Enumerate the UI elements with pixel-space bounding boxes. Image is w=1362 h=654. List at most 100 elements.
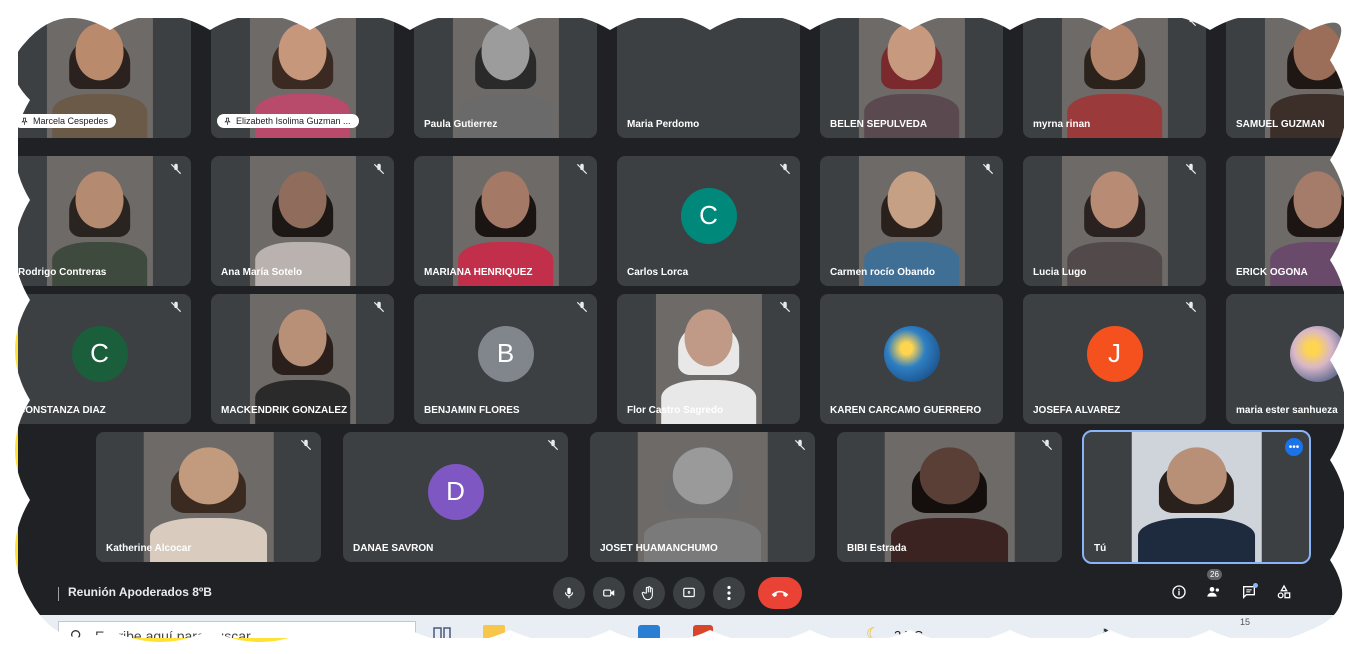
participant-tile[interactable]: Lucia Lugo bbox=[1023, 156, 1206, 286]
participant-tile[interactable]: D DANAE SAVRON bbox=[343, 432, 568, 562]
end-call-button[interactable] bbox=[758, 577, 802, 609]
muted-mic-icon bbox=[576, 163, 588, 175]
participant-name: JOSET HUAMANCHUMO bbox=[600, 543, 718, 554]
muted-mic-icon bbox=[373, 163, 385, 175]
participant-name: BENJAMIN FLORES bbox=[424, 405, 520, 416]
participant-tile[interactable]: Maria Perdomo bbox=[617, 18, 800, 138]
self-tile[interactable]: ••• Tú bbox=[1082, 430, 1311, 564]
participant-name: MACKENDRIK GONZALEZ bbox=[221, 405, 348, 416]
present-button[interactable] bbox=[673, 577, 705, 609]
muted-mic-icon bbox=[1185, 301, 1197, 313]
participant-name: maria ester sanhueza bbox=[1236, 405, 1338, 416]
chat-button[interactable] bbox=[1238, 581, 1260, 603]
participant-name: Elizabeth Isolima Guzman ... bbox=[236, 116, 351, 126]
participant-name: myrna rinan bbox=[1033, 119, 1091, 130]
participant-name: DANAE SAVRON bbox=[353, 543, 434, 554]
notification-dot bbox=[1253, 583, 1258, 588]
muted-mic-icon bbox=[170, 301, 182, 313]
participant-tile[interactable]: Carmen rocío Obando bbox=[820, 156, 1003, 286]
participant-name: JOSEFA ALVAREZ bbox=[1033, 405, 1121, 416]
muted-mic-icon bbox=[982, 163, 994, 175]
participant-avatar: B bbox=[477, 325, 534, 382]
more-options-button[interactable] bbox=[713, 577, 745, 609]
people-button[interactable]: 26 bbox=[1203, 569, 1225, 603]
pin-icon bbox=[224, 117, 231, 125]
participant-tile[interactable]: C Carlos Lorca bbox=[617, 156, 800, 286]
participant-tile[interactable]: SAMUEL GUZMAN bbox=[1226, 18, 1344, 138]
participant-tile[interactable]: Paula Gutierrez bbox=[414, 18, 597, 138]
meeting-title: Reunión Apoderados 8ºB bbox=[68, 585, 212, 599]
participant-tile[interactable]: BELEN SEPULVEDA bbox=[820, 18, 1003, 138]
muted-mic-icon bbox=[547, 439, 559, 451]
windows-logo-icon bbox=[22, 625, 40, 638]
participant-tile[interactable]: Flor Castro Sagredo bbox=[617, 294, 800, 424]
notifications-button[interactable] bbox=[1318, 625, 1336, 638]
muted-mic-icon bbox=[779, 301, 791, 313]
tile-options-button[interactable]: ••• bbox=[1285, 438, 1303, 456]
muted-mic-icon bbox=[300, 439, 312, 451]
participant-tile[interactable]: MARIANA HENRIQUEZ bbox=[414, 156, 597, 286]
task-view-button[interactable] bbox=[433, 627, 451, 638]
windows-taskbar: Escribe aquí para buscar 99 ☾ 24°C 🔈 15 bbox=[18, 615, 1344, 638]
participant-tile[interactable]: Elizabeth Isolima Guzman ... bbox=[211, 18, 394, 138]
participant-name: SAMUEL GUZMAN bbox=[1236, 119, 1325, 130]
participant-name: Katherine Alcocar bbox=[106, 543, 192, 554]
participant-profile-photo bbox=[1289, 325, 1344, 382]
taskbar-search-box[interactable]: Escribe aquí para buscar bbox=[58, 621, 416, 638]
windows-start-button[interactable] bbox=[22, 625, 40, 638]
meeting-control-bar: Reunión Apoderados 8ºB 26 bbox=[18, 569, 1344, 613]
search-placeholder: Escribe aquí para buscar bbox=[95, 628, 251, 638]
participant-name: Rodrigo Contreras bbox=[18, 267, 107, 278]
muted-mic-icon bbox=[1041, 439, 1053, 451]
participant-tile[interactable]: JOSET HUAMANCHUMO bbox=[590, 432, 815, 562]
participant-tile[interactable]: Katherine Alcocar bbox=[96, 432, 321, 562]
participant-avatar: D bbox=[427, 463, 484, 520]
info-icon bbox=[1172, 585, 1186, 599]
info-button[interactable] bbox=[1168, 581, 1190, 603]
participant-profile-photo bbox=[883, 325, 940, 382]
participant-tile[interactable]: KAREN CARCAMO GUERRERO bbox=[820, 294, 1003, 424]
participant-name: MARIANA HENRIQUEZ bbox=[424, 267, 533, 278]
participant-tile[interactable]: J JOSEFA ALVAREZ bbox=[1023, 294, 1206, 424]
people-icon bbox=[1207, 587, 1219, 597]
participant-tile[interactable]: Rodrigo Contreras bbox=[18, 156, 191, 286]
muted-mic-icon bbox=[1185, 163, 1197, 175]
participant-name: Maria Perdomo bbox=[627, 119, 700, 130]
camera-button[interactable] bbox=[593, 577, 625, 609]
participant-tile[interactable]: myrna rinan bbox=[1023, 18, 1206, 138]
participant-tile[interactable]: BIBI Estrada bbox=[837, 432, 1062, 562]
volume-icon[interactable]: 🔈 bbox=[1100, 625, 1115, 638]
search-icon bbox=[71, 630, 81, 638]
mic-icon bbox=[564, 587, 574, 599]
notification-center-icon bbox=[1320, 628, 1334, 638]
participant-name-pill: Marcela Cespedes bbox=[18, 114, 117, 128]
present-icon bbox=[683, 587, 695, 598]
task-view-icon bbox=[433, 627, 451, 638]
participant-tile[interactable]: MACKENDRIK GONZALEZ bbox=[211, 294, 394, 424]
participant-name: KAREN CARCAMO GUERRERO bbox=[830, 405, 982, 416]
participant-tile[interactable]: ERICK OGONA bbox=[1226, 156, 1344, 286]
participant-name: BIBI Estrada bbox=[847, 543, 907, 554]
muted-mic-icon bbox=[576, 301, 588, 313]
participant-tile[interactable]: Ana María Sotelo bbox=[211, 156, 394, 286]
file-explorer-button[interactable] bbox=[483, 625, 505, 638]
participant-avatar: C bbox=[680, 187, 737, 244]
participant-name: ERICK OGONA bbox=[1236, 267, 1308, 278]
participant-tile[interactable]: Marcela Cespedes bbox=[18, 18, 191, 138]
office-button[interactable] bbox=[693, 625, 713, 638]
weather-temperature: 24°C bbox=[894, 628, 924, 638]
clock-time: 15 bbox=[1240, 617, 1251, 627]
participant-tile[interactable]: maria ester sanhueza bbox=[1226, 294, 1344, 424]
participant-tile[interactable]: C CONSTANZA DIAZ bbox=[18, 294, 191, 424]
participant-tile[interactable]: B BENJAMIN FLORES bbox=[414, 294, 597, 424]
participant-name: Tú bbox=[1094, 543, 1107, 554]
activities-button[interactable] bbox=[1273, 581, 1295, 603]
store-button[interactable]: 99 bbox=[638, 625, 660, 638]
muted-mic-icon bbox=[373, 301, 385, 313]
raise-hand-button[interactable] bbox=[633, 577, 665, 609]
participant-name: Carlos Lorca bbox=[627, 267, 689, 278]
participant-name: Paula Gutierrez bbox=[424, 119, 498, 130]
divider bbox=[58, 587, 59, 601]
mic-button[interactable] bbox=[553, 577, 585, 609]
muted-mic-icon bbox=[1187, 18, 1197, 27]
